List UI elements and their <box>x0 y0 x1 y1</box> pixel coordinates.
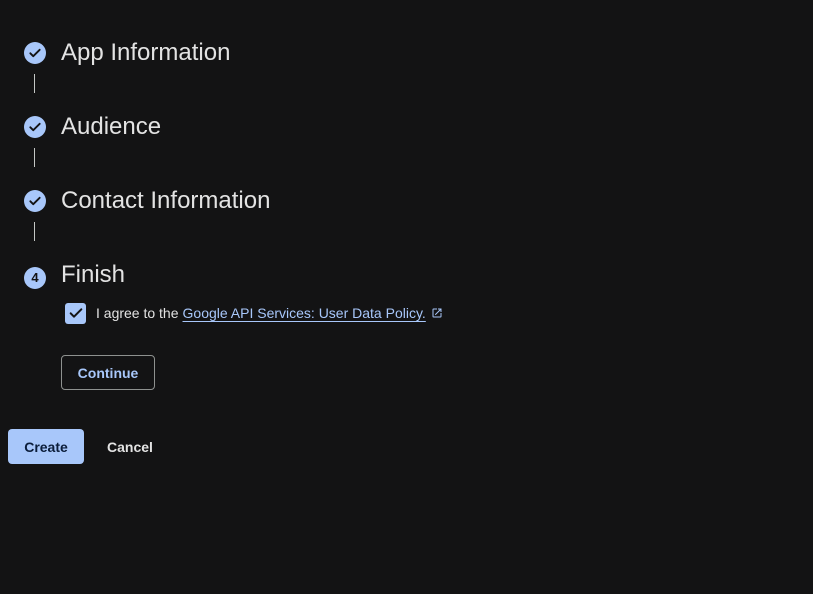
step-connector <box>34 74 35 93</box>
policy-link[interactable]: Google API Services: User Data Policy. <box>183 305 426 321</box>
step-number-badge: 4 <box>24 267 46 289</box>
step-connector <box>34 222 35 241</box>
continue-button[interactable]: Continue <box>61 355 155 390</box>
step-title: Contact Information <box>61 187 271 214</box>
cancel-button[interactable]: Cancel <box>94 429 166 464</box>
create-button[interactable]: Create <box>8 429 84 464</box>
open-in-new-icon[interactable] <box>431 307 443 319</box>
step-title: Audience <box>61 113 162 140</box>
agree-label: I agree to the <box>96 305 179 321</box>
step-number: 4 <box>31 270 39 285</box>
check-icon <box>24 116 46 138</box>
step-title: Finish <box>61 261 126 288</box>
check-icon <box>24 190 46 212</box>
check-icon <box>24 42 46 64</box>
step-title: App Information <box>61 39 231 66</box>
checkmark-icon <box>69 308 82 318</box>
step-connector <box>34 148 35 167</box>
agree-row: I agree to the Google API Services: User… <box>65 302 443 324</box>
agree-checkbox[interactable] <box>65 302 86 324</box>
